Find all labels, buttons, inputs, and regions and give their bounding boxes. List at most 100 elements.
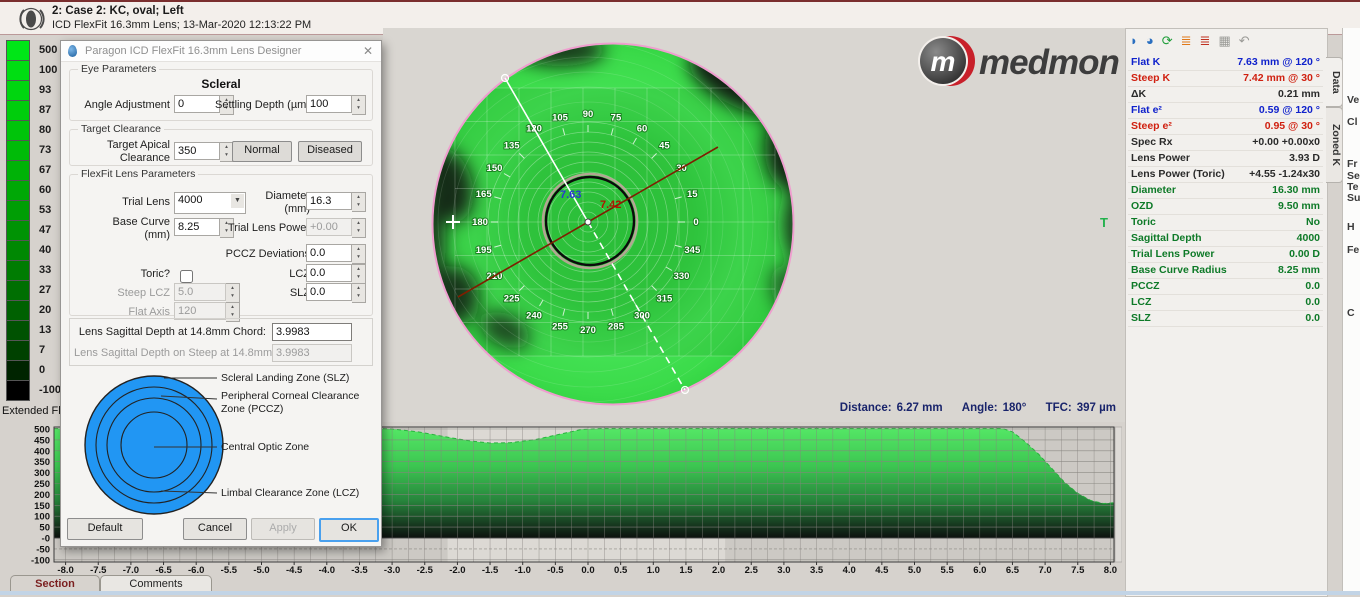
data-row-steep-e[interactable]: Steep e²0.95 @ 30 ° bbox=[1128, 119, 1323, 135]
pccz-deviations-input[interactable] bbox=[306, 244, 352, 262]
temporal-side-marker: T bbox=[1100, 215, 1108, 230]
toric-checkbox[interactable] bbox=[180, 270, 193, 283]
scale-entry: 500 bbox=[6, 40, 66, 60]
stepper-arrows[interactable]: ▴▾ bbox=[352, 95, 366, 115]
row-value: +0.00 +0.00x0 bbox=[1252, 135, 1320, 150]
target-apical-stepper[interactable]: ▴▾ bbox=[174, 142, 234, 160]
distance-label: Distance: bbox=[840, 402, 892, 414]
lens-profile-icon[interactable]: ◗ bbox=[1130, 33, 1138, 49]
normal-button[interactable]: Normal bbox=[232, 141, 292, 162]
data-row-base-curve-radius[interactable]: Base Curve Radius8.25 mm bbox=[1128, 263, 1323, 279]
lens-overlay-icon[interactable]: ◕ bbox=[1146, 33, 1154, 49]
undo-icon[interactable]: ↶ bbox=[1239, 33, 1250, 49]
angle-label: 135 bbox=[504, 141, 521, 152]
data-row-steep-k[interactable]: Steep K7.42 mm @ 30 ° bbox=[1128, 71, 1323, 87]
zone-label-pccz: Peripheral Corneal Clearance Zone (PCCZ) bbox=[221, 390, 369, 415]
data-row-lcz[interactable]: LCZ0.0 bbox=[1128, 295, 1323, 311]
map-center-dot[interactable] bbox=[585, 219, 591, 225]
row-value: 4000 bbox=[1297, 231, 1320, 246]
data-row-pccz[interactable]: PCCZ0.0 bbox=[1128, 279, 1323, 295]
pccz-deviations-stepper[interactable]: ▴▾ bbox=[306, 244, 366, 262]
x-tick-label: 1.5 bbox=[679, 565, 693, 576]
default-button[interactable]: Default bbox=[67, 518, 143, 540]
angle-label: 90 bbox=[583, 109, 594, 120]
data-row-ozd[interactable]: OZD9.50 mm bbox=[1128, 199, 1323, 215]
stepper-arrows[interactable]: ▴▾ bbox=[352, 192, 366, 212]
slz-input[interactable] bbox=[306, 283, 352, 301]
x-tick-label: 2.0 bbox=[712, 565, 725, 576]
scale-entry: 67 bbox=[6, 160, 66, 180]
scale-value: 27 bbox=[39, 284, 51, 296]
row-label: SLZ bbox=[1131, 311, 1151, 326]
x-tick-label: -2.5 bbox=[417, 565, 434, 576]
slz-stepper[interactable]: ▴▾ bbox=[306, 283, 366, 301]
zone-label-coz: Central Optic Zone bbox=[221, 441, 369, 454]
diseased-button[interactable]: Diseased bbox=[298, 141, 362, 162]
stepper-arrows[interactable]: ▴▾ bbox=[352, 264, 366, 284]
scale-value: 33 bbox=[39, 264, 51, 276]
x-tick-label: -3.0 bbox=[384, 565, 400, 576]
data-row-lens-power[interactable]: Lens Power3.93 D bbox=[1128, 151, 1323, 167]
row-label: Lens Power (Toric) bbox=[1131, 167, 1225, 182]
stepper-arrows[interactable]: ▴▾ bbox=[352, 244, 366, 264]
meridian-end-handle[interactable] bbox=[682, 387, 689, 394]
lcz-input[interactable] bbox=[306, 264, 352, 282]
data-row-trial-lens-power[interactable]: Trial Lens Power0.00 D bbox=[1128, 247, 1323, 263]
data-row-flat-k[interactable]: Flat K7.63 mm @ 120 ° bbox=[1128, 55, 1323, 71]
settling-depth-stepper[interactable]: ▴▾ bbox=[306, 95, 366, 113]
tab-zoned-k[interactable]: Zoned K bbox=[1326, 107, 1343, 183]
sag-depth-input[interactable] bbox=[272, 323, 352, 341]
data-row-toric[interactable]: ToricNo bbox=[1128, 215, 1323, 231]
scale-swatch bbox=[6, 240, 30, 261]
scale-swatch bbox=[6, 280, 30, 301]
scale-swatch bbox=[6, 120, 30, 141]
x-tick-label: 7.5 bbox=[1071, 565, 1085, 576]
stepper-arrows[interactable]: ▴▾ bbox=[352, 283, 366, 303]
row-value: 0.59 @ 120 ° bbox=[1259, 103, 1320, 118]
angle-adjustment-input[interactable] bbox=[174, 95, 220, 113]
scale-value: 53 bbox=[39, 204, 51, 216]
scale-value: 73 bbox=[39, 144, 51, 156]
scale-entry: 20 bbox=[6, 300, 66, 320]
lens-designer-dialog[interactable]: Paragon ICD FlexFit 16.3mm Lens Designer… bbox=[60, 40, 382, 547]
scale-value: 20 bbox=[39, 304, 51, 316]
ok-button[interactable]: OK bbox=[319, 518, 379, 542]
list-export-icon[interactable]: ≣ bbox=[1200, 33, 1211, 49]
diameter-input[interactable] bbox=[306, 192, 352, 210]
settling-depth-input[interactable] bbox=[306, 95, 352, 113]
data-row-slz[interactable]: SLZ0.0 bbox=[1128, 311, 1323, 327]
data-row-lens-power-toric[interactable]: Lens Power (Toric)+4.55 -1.24x30 bbox=[1128, 167, 1323, 183]
flexfit-parameters-group: FlexFit Lens Parameters Trial Lens 4000▼… bbox=[69, 168, 373, 316]
sag-depth-steep-input bbox=[272, 344, 352, 362]
list-summary-icon[interactable]: ≣ bbox=[1181, 33, 1192, 49]
target-apical-input[interactable] bbox=[174, 142, 220, 160]
angle-label: 75 bbox=[611, 113, 622, 124]
save-icon[interactable]: ▦ bbox=[1218, 33, 1230, 49]
refresh-icon[interactable]: ⟳ bbox=[1162, 33, 1173, 49]
close-icon[interactable]: ✕ bbox=[363, 44, 373, 58]
row-label: Flat e² bbox=[1131, 103, 1162, 118]
scale-entry: 7 bbox=[6, 340, 66, 360]
row-value: No bbox=[1306, 215, 1320, 230]
base-curve-input[interactable] bbox=[174, 218, 220, 236]
tfc-label: TFC: bbox=[1046, 402, 1072, 414]
trial-lens-select[interactable]: 4000▼ bbox=[174, 192, 246, 214]
angle-label: 105 bbox=[552, 113, 569, 124]
data-row-sagittal-depth[interactable]: Sagittal Depth4000 bbox=[1128, 231, 1323, 247]
chevron-down-icon[interactable]: ▼ bbox=[231, 194, 244, 208]
lcz-stepper[interactable]: ▴▾ bbox=[306, 264, 366, 282]
data-row-spec-rx[interactable]: Spec Rx+0.00 +0.00x0 bbox=[1128, 135, 1323, 151]
scale-value: 13 bbox=[39, 324, 51, 336]
scale-value: 80 bbox=[39, 124, 51, 136]
base-curve-stepper[interactable]: ▴▾ bbox=[174, 218, 234, 236]
meridian-end-handle[interactable] bbox=[502, 75, 509, 82]
dialog-titlebar[interactable]: Paragon ICD FlexFit 16.3mm Lens Designer… bbox=[61, 41, 381, 62]
data-row-flat-e[interactable]: Flat e² 0.59 @ 120 ° bbox=[1128, 103, 1323, 119]
cancel-button[interactable]: Cancel bbox=[183, 518, 247, 540]
data-row-k[interactable]: ΔK0.21 mm bbox=[1128, 87, 1323, 103]
x-tick-label: 7.0 bbox=[1038, 565, 1051, 576]
diameter-stepper[interactable]: ▴▾ bbox=[306, 192, 366, 210]
tab-data[interactable]: Data bbox=[1326, 57, 1343, 107]
scale-entry: 87 bbox=[6, 100, 66, 120]
data-row-diameter[interactable]: Diameter16.30 mm bbox=[1128, 183, 1323, 199]
